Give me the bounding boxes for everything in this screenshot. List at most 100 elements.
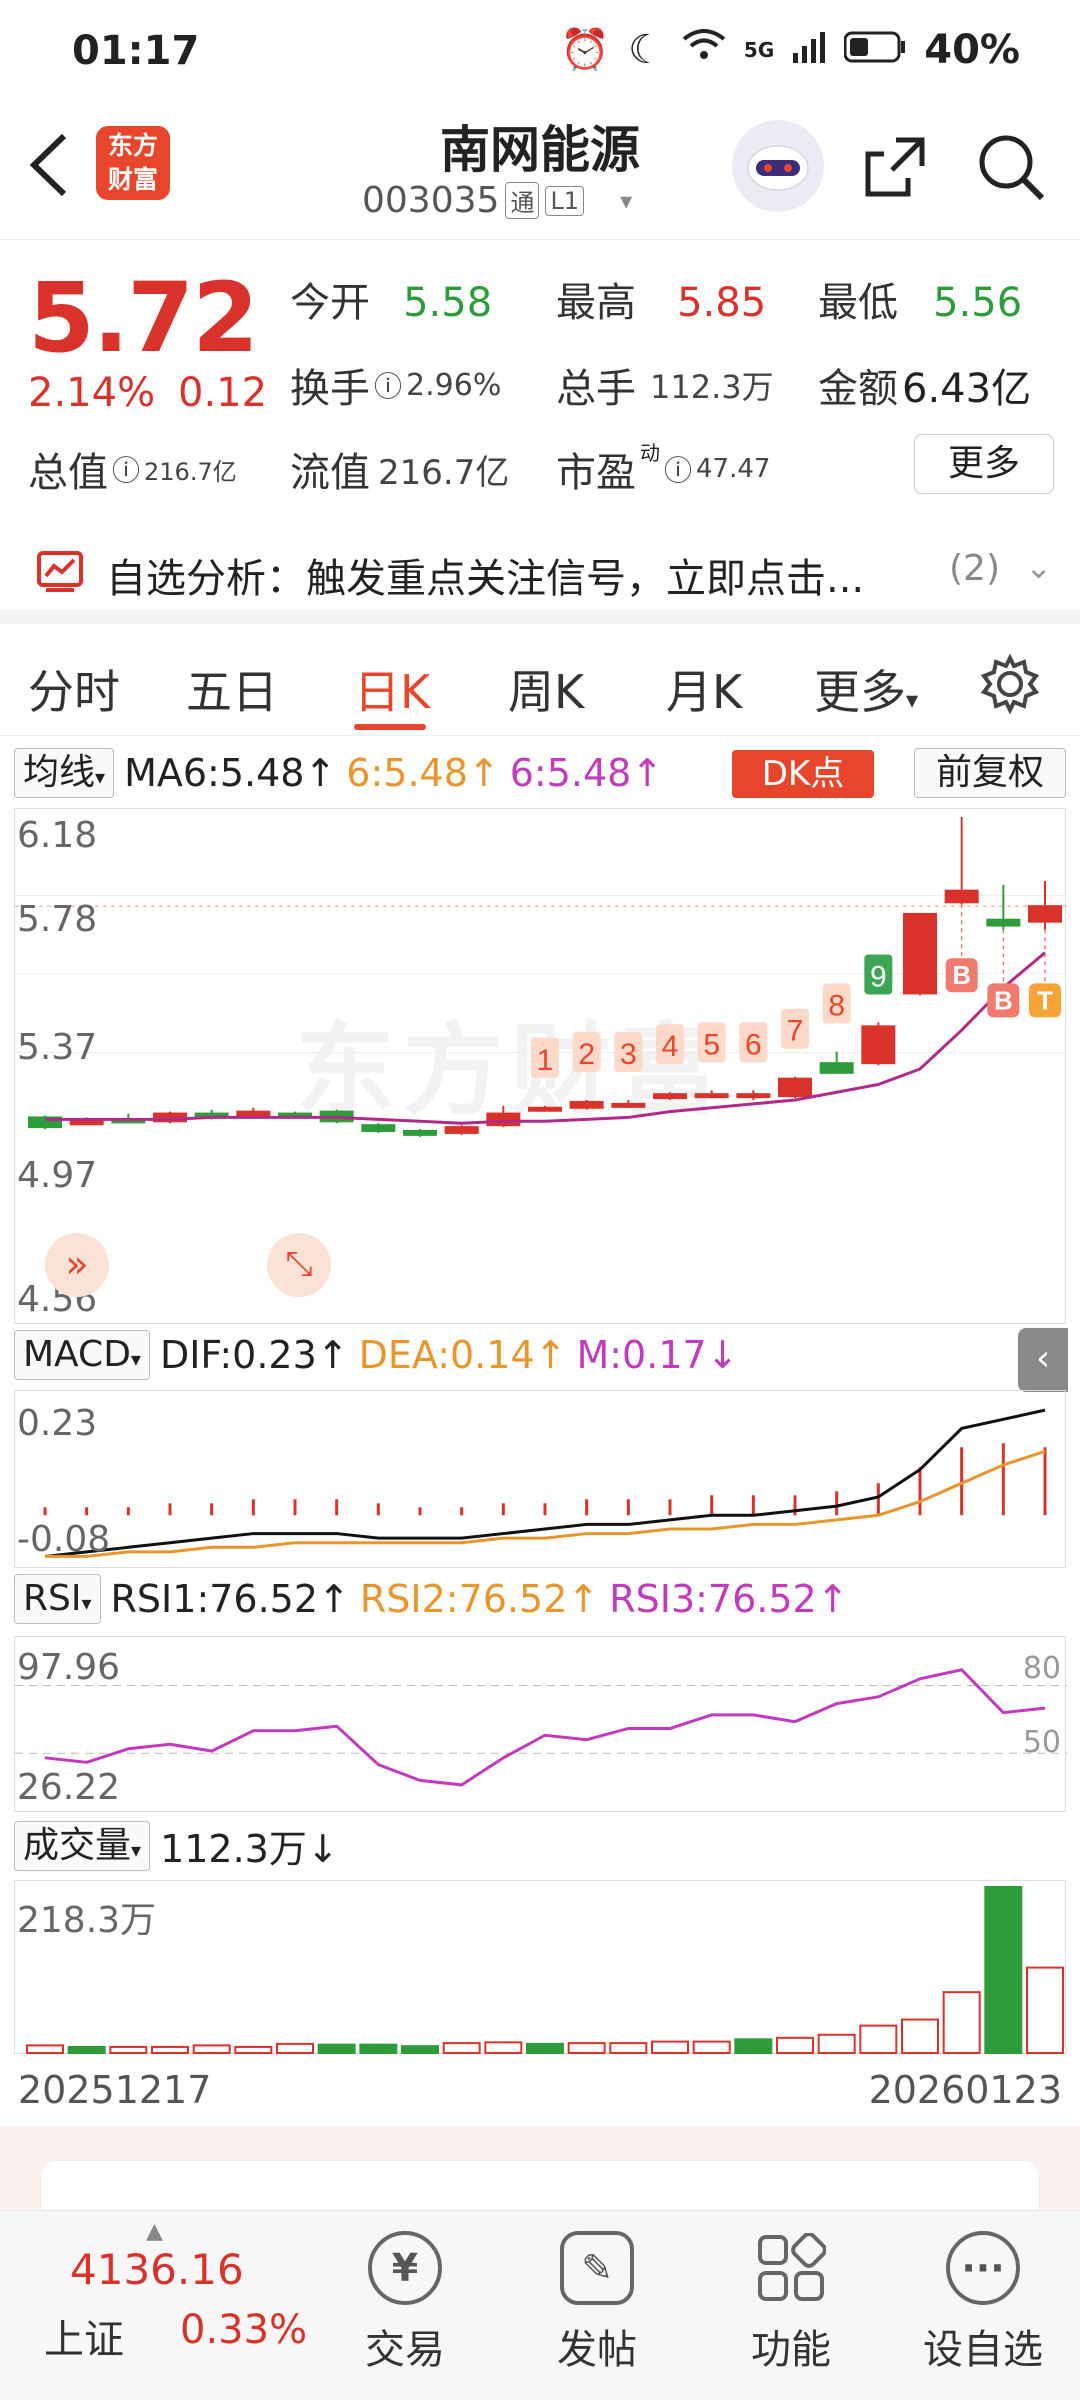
search-icon[interactable] <box>974 130 1048 208</box>
volume-bar <box>192 2044 231 2054</box>
rsi-selector[interactable]: RSI▾ <box>14 1574 101 1624</box>
dk-point-button[interactable]: DK点 <box>732 750 874 798</box>
macd-axis-label: -0.08 <box>17 1519 111 1560</box>
nav-functions[interactable]: 功能 <box>716 2231 866 2375</box>
nav-post[interactable]: ✎ 发帖 <box>522 2231 672 2375</box>
nav-add-watchlist[interactable]: ··· 设自选 <box>908 2231 1058 2375</box>
kline-chart: 1 2 3 4 5 6 789 BB T <box>15 817 1067 1137</box>
macd-panel: 0.23 -0.08 <box>14 1390 1066 1568</box>
rsi-right-label: 80 <box>1022 1651 1061 1686</box>
ma-selector-label: 均线 <box>23 752 96 793</box>
volume-bar <box>526 2042 564 2054</box>
volume-selector[interactable]: 成交量▾ <box>14 1820 151 1871</box>
candle-body <box>819 1062 854 1074</box>
collapse-chevron-icon[interactable]: ‹ <box>1018 1328 1068 1392</box>
volume-selector-label: 成交量 <box>23 1824 132 1866</box>
volume-row: 总手 112.3万 <box>556 356 774 414</box>
chat-icon: ··· <box>946 2231 1020 2305</box>
volume-bar <box>151 2045 189 2054</box>
tab-weekly-k[interactable]: 周K <box>508 656 584 722</box>
high-value: 5.85 <box>677 280 767 326</box>
signal-label: 5 <box>703 1028 720 1061</box>
promo-card-strip <box>0 2126 1080 2240</box>
tab-more[interactable]: 更多▾ <box>814 656 918 722</box>
yen-icon: ¥ <box>368 2231 442 2305</box>
volume-bar <box>442 2042 481 2054</box>
rsi-selector-label: RSI <box>23 1578 82 1619</box>
alarm-icon: ⏰ <box>560 27 611 73</box>
low-label: 最低 <box>818 280 898 326</box>
tab-daily-k[interactable]: 日K <box>354 656 430 722</box>
volume-bar <box>567 2042 606 2054</box>
ma-selector[interactable]: 均线▾ <box>14 748 115 798</box>
macd-selector[interactable]: MACD▾ <box>14 1330 150 1380</box>
rsi-indicator-row: RSI▾ RSI1:76.52↑ RSI2:76.52↑ RSI3:76.52↑ <box>14 1574 849 1624</box>
amount-value: 6.43亿 <box>902 366 1032 412</box>
volume-axis-label: 218.3万 <box>17 1900 157 1941</box>
index-value[interactable]: 4136.16 <box>70 2245 244 2294</box>
kline-panel[interactable]: 东方财富 123456789BBT 6.18 5.78 5.37 4.97 4.… <box>14 808 1067 1324</box>
mktcap-value: 216.7亿 <box>144 457 237 486</box>
status-icons: ⏰ ☾ 5G 40% <box>560 26 1020 74</box>
active-tab-indicator <box>354 724 426 730</box>
nav-label: 设自选 <box>923 2327 1043 2373</box>
macd-dea: DEA:0.14↑ <box>358 1333 567 1377</box>
battery-percent: 40% <box>924 26 1020 73</box>
high-row: 最高 5.85 <box>556 270 766 328</box>
index-percent[interactable]: 0.33% <box>180 2307 307 2353</box>
amount-row: 金额 6.43亿 <box>818 356 1031 414</box>
rsi-right-label: 50 <box>1022 1725 1061 1760</box>
candle-body <box>611 1102 646 1108</box>
info-icon[interactable]: ⓘ <box>112 449 140 489</box>
candle-body <box>569 1100 604 1109</box>
analysis-banner[interactable]: 自选分析：触发重点关注信号，立即点击... (2) ⌄ <box>0 520 1080 624</box>
adjust-mode-button[interactable]: 前复权 <box>914 748 1066 798</box>
chevron-down-icon[interactable]: ⌄ <box>1025 548 1052 586</box>
signal-label: 1 <box>537 1044 554 1077</box>
rsi-value-2: RSI2:76.52↑ <box>359 1577 600 1621</box>
share-icon[interactable] <box>860 132 930 206</box>
info-icon[interactable]: ⓘ <box>664 449 692 489</box>
dropdown-arrow-icon[interactable]: ▾ <box>620 187 632 215</box>
candle-body <box>69 1120 104 1126</box>
stock-code-row: 003035 通 L1 ▾ <box>362 180 632 221</box>
ma-value-2: 6:5.48↑ <box>346 751 500 795</box>
candle-body <box>361 1124 396 1132</box>
open-value: 5.58 <box>403 280 493 326</box>
tab-five-day[interactable]: 五日 <box>186 656 278 722</box>
caret-down-icon: ▾ <box>906 686 919 714</box>
rsi-panel: 97.96 26.22 80 50 <box>14 1636 1067 1812</box>
settings-gear-icon[interactable] <box>980 653 1040 718</box>
edit-icon: ✎ <box>560 2231 634 2305</box>
volume-value: 112.3万 <box>650 368 774 406</box>
mktcap-row: 总值 ⓘ 216.7亿 <box>28 440 237 498</box>
volume-bar <box>734 2038 773 2054</box>
status-bar: 01:17 ⏰ ☾ 5G 40% <box>0 0 1080 100</box>
low-row: 最低 5.56 <box>818 270 1022 328</box>
expand-arrows-icon[interactable]: » <box>45 1233 109 1297</box>
amount-label: 金额 <box>818 366 898 412</box>
info-icon[interactable]: ⓘ <box>374 365 402 405</box>
rsi-chart <box>15 1668 1067 1787</box>
volume-bar <box>651 2040 689 2054</box>
candle-body <box>861 1025 896 1065</box>
nav-label: 交易 <box>365 2327 445 2373</box>
tab-intraday[interactable]: 分时 <box>28 656 120 722</box>
nav-label: 功能 <box>751 2327 831 2373</box>
candle-body <box>944 889 979 904</box>
ma-value-3: 6:5.48↑ <box>509 751 664 795</box>
volume-bar <box>776 2036 814 2054</box>
nav-trade[interactable]: ¥ 交易 <box>330 2231 480 2375</box>
kline-axis-label: 4.97 <box>17 1155 98 1196</box>
signal-marker: 4 <box>656 1024 684 1065</box>
volume-bar <box>276 2042 314 2054</box>
index-name[interactable]: 上证 <box>44 2307 124 2365</box>
pe-label: 市盈 <box>556 450 636 496</box>
volume-bar <box>484 2041 523 2054</box>
tab-monthly-k[interactable]: 月K <box>666 656 742 722</box>
more-quote-button[interactable]: 更多 <box>914 434 1054 494</box>
volume-bar <box>984 1886 1023 2054</box>
fullscreen-icon[interactable]: ⤡ <box>267 1233 331 1297</box>
assistant-avatar[interactable] <box>732 120 824 212</box>
change-percent: 2.14% <box>28 370 156 416</box>
